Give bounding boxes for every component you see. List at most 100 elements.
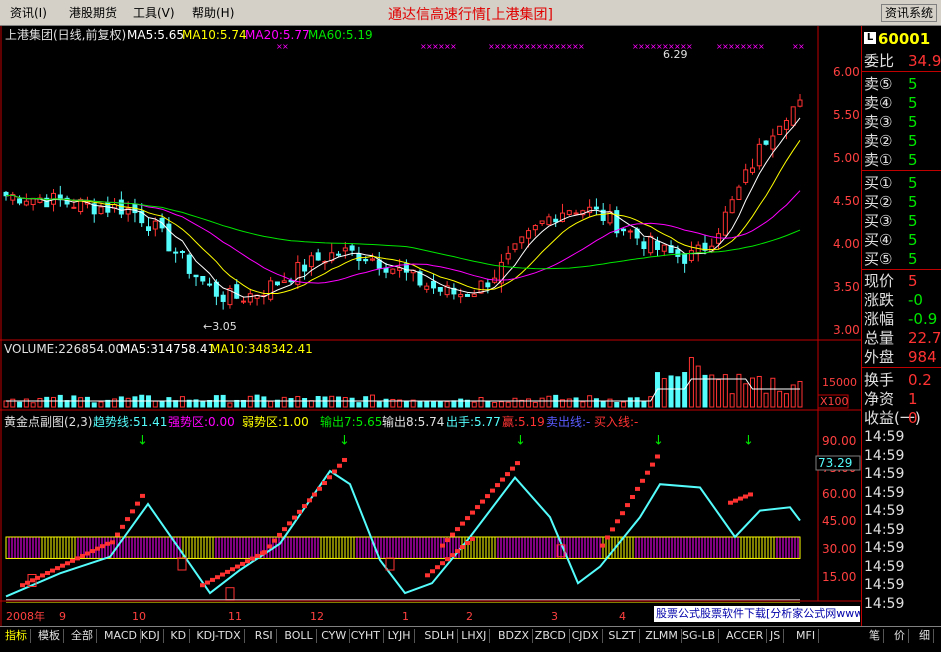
price-tick: 6.00: [833, 65, 860, 79]
volume-bar: [471, 401, 477, 408]
quote-row: 卖① 5: [864, 151, 941, 170]
gold-point-block: [645, 470, 650, 475]
candle-body: [566, 210, 572, 216]
gold-point-block: [140, 493, 145, 498]
ma60-label: MA60:5.19: [308, 28, 373, 42]
volume-bar: [356, 402, 362, 408]
volume-bar: [668, 375, 674, 408]
quote-row-label: 买①: [864, 174, 893, 192]
gold-point-block: [272, 538, 277, 543]
quote-row-value: -0: [908, 291, 923, 309]
quote-row: 卖⑤ 5: [864, 75, 941, 94]
tab-zlmm[interactable]: ZLMM: [642, 629, 682, 643]
gold-point-block: [470, 510, 475, 515]
tick-time: 14:59: [864, 540, 905, 556]
tab-全部[interactable]: 全部: [68, 629, 97, 643]
volume-bar: [78, 397, 84, 408]
quote-row-value: 5: [908, 151, 918, 169]
gold-point-block: [255, 553, 260, 558]
gold-point-block: [220, 572, 225, 577]
tab-cjdx[interactable]: CJDX: [569, 629, 603, 643]
tab-cyht[interactable]: CYHT: [348, 629, 384, 643]
tab-lhxj[interactable]: LHXJ: [458, 629, 491, 643]
hand-label: 出手:5.77: [446, 415, 501, 429]
tab-boll[interactable]: BOLL: [281, 629, 317, 643]
right-tab-1[interactable]: 价: [891, 629, 909, 643]
volume-bar: [777, 390, 783, 408]
quote-row-value: 34.9: [908, 52, 941, 70]
gold-point-block: [100, 544, 105, 549]
quote-row: 买⑤ 5: [864, 250, 941, 269]
gold-point-block: [50, 568, 55, 573]
tab-sg-lb[interactable]: SG-LB: [679, 629, 720, 643]
quote-row-label: 卖⑤: [864, 75, 893, 93]
gold-point-block: [307, 498, 312, 503]
gold-point-block: [250, 556, 255, 561]
quote-row-label: 买②: [864, 193, 893, 211]
gold-point-block: [105, 541, 110, 546]
ad-banner[interactable]: 股票公式股票软件下载[分析家公式网www.88gs.com]: [654, 606, 860, 622]
info-system-button[interactable]: 资讯系统: [880, 4, 937, 22]
tab-kdj[interactable]: KDJ: [138, 629, 164, 643]
volume-bar: [179, 396, 185, 408]
gold-point-block: [30, 578, 35, 583]
volume-bar: [593, 398, 599, 408]
tab-macd[interactable]: MACD: [101, 629, 141, 643]
indicator-tick: 60.00: [822, 487, 856, 501]
candle-body: [356, 253, 362, 262]
date-tick: 1: [402, 610, 409, 623]
menu-help[interactable]: 帮助(H): [192, 4, 234, 21]
tab-sdlh[interactable]: SDLH: [421, 629, 459, 643]
tab-模板[interactable]: 模板: [35, 629, 64, 643]
volume-bar: [743, 383, 749, 408]
tick-time: 14:59: [864, 521, 905, 538]
ma10-label: MA10:5.74: [182, 28, 247, 42]
price-tick: 3.50: [833, 280, 860, 294]
stock-chart[interactable]: × × × × × × × × × × × × × × × × × × × × × × × × × × × × × × × × × × × × × × × ×…: [0, 26, 861, 626]
tab-mfi[interactable]: MFI: [793, 629, 820, 643]
menu-tools[interactable]: 工具(V): [133, 4, 175, 21]
tab-zbcd[interactable]: ZBCD: [532, 629, 570, 643]
gold-point-block: [620, 511, 625, 516]
volume-bar: [458, 398, 464, 408]
quote-row: 委比 34.9: [864, 52, 941, 71]
indicator-tab-bar: 指标 模板 全部 MACD KDJ KD KDJ-TDX RSI BOLL CYW CYHT LYJH…: [0, 626, 941, 652]
candle-body: [654, 240, 660, 250]
menu-hk-futures[interactable]: 港股期货: [69, 4, 117, 21]
candle-body: [166, 223, 172, 252]
tab-lyjh[interactable]: LYJH: [385, 629, 415, 643]
gold-point-block: [282, 527, 287, 532]
menu-info[interactable]: 资讯(I): [10, 4, 47, 21]
candle-body: [186, 254, 192, 274]
tab-kdj-tdx[interactable]: KDJ-TDX: [193, 629, 245, 643]
tab-cyw[interactable]: CYW: [318, 629, 351, 643]
candle-body: [526, 230, 532, 239]
candle-body: [621, 228, 627, 232]
candle-body: [369, 258, 375, 261]
candle-body: [641, 241, 647, 249]
tab-kd[interactable]: KD: [167, 629, 191, 643]
right-tab-2[interactable]: 细: [916, 629, 934, 643]
volume-bar: [444, 401, 450, 408]
quote-row: 卖② 5: [864, 132, 941, 151]
volume-bar: [3, 400, 9, 408]
tab-rsi[interactable]: RSI: [252, 629, 277, 643]
indicator-current-value: 73.29: [818, 456, 852, 470]
candle-body: [302, 264, 308, 272]
candle-body: [281, 280, 287, 284]
volume-bar: [91, 402, 97, 408]
candle-body: [756, 143, 762, 167]
tab-slzt[interactable]: SLZT: [605, 629, 640, 643]
tab-js[interactable]: JS: [767, 629, 785, 643]
volume-bar: [125, 397, 131, 408]
gold-point-block: [465, 516, 470, 521]
tab-指标[interactable]: 指标: [2, 629, 31, 643]
gold-point-block: [480, 499, 485, 504]
candle-body: [682, 253, 688, 264]
volume-bar: [268, 400, 274, 408]
candle-body: [661, 244, 667, 252]
tab-accer[interactable]: ACCER: [723, 629, 768, 643]
right-tab-0[interactable]: 笔: [866, 629, 884, 643]
tab-bdzx[interactable]: BDZX: [495, 629, 534, 643]
gold-point-block: [655, 454, 660, 459]
